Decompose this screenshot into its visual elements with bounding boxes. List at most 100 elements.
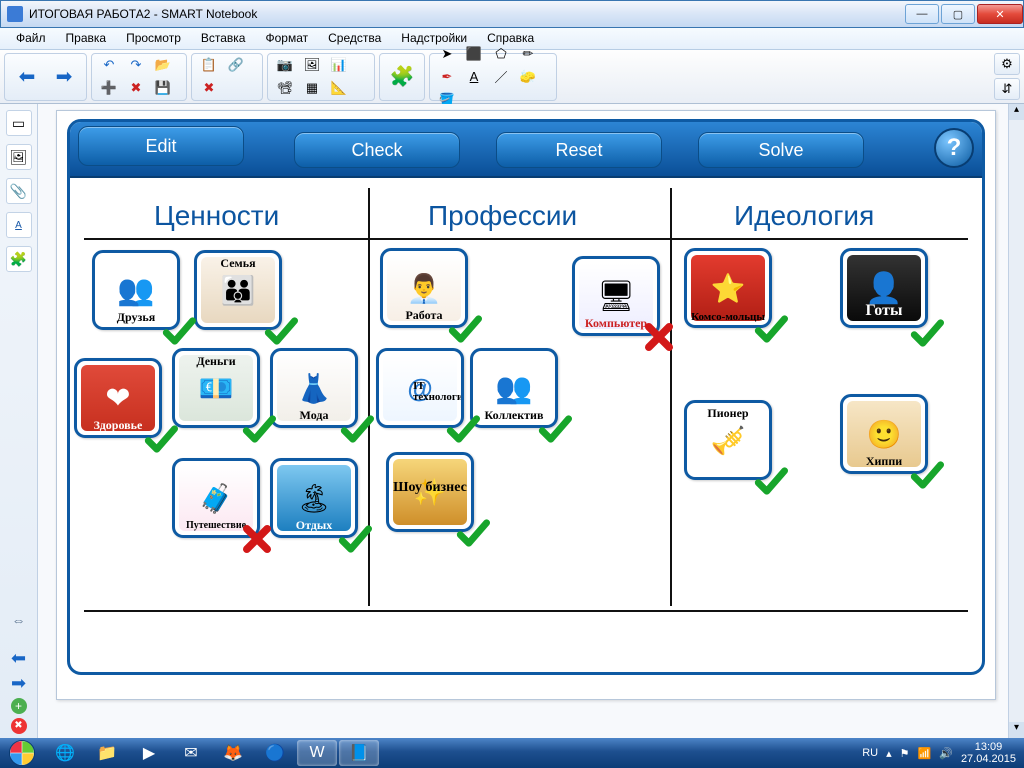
paste-button[interactable]: 📋	[197, 55, 221, 75]
undo-button[interactable]: ↶	[97, 55, 121, 75]
window-maximize-button[interactable]: ▢	[941, 4, 975, 24]
delete-page-button[interactable]: ✖	[124, 78, 148, 98]
add-page-side-button[interactable]: +	[11, 698, 27, 714]
redo-button[interactable]: ↷	[124, 55, 148, 75]
scroll-down-button[interactable]: ▾	[1009, 722, 1024, 738]
eraser-tool[interactable]: 🧽	[516, 67, 540, 87]
open-button[interactable]: 📂	[151, 55, 175, 75]
mark-hippie	[910, 458, 944, 492]
column-values-title: Ценности	[154, 200, 279, 232]
canvas-area: Edit Check Reset Solve ? Ценности Профес…	[38, 104, 1024, 738]
activity-check-button[interactable]: Check	[294, 132, 460, 168]
activity-solve-button[interactable]: Solve	[698, 132, 864, 168]
menu-edit[interactable]: Правка	[56, 28, 117, 49]
card-family-label: Семья	[201, 257, 275, 269]
start-button[interactable]	[0, 738, 44, 768]
addons-button[interactable]: 🧩	[385, 60, 419, 94]
window-title: ИТОГОВАЯ РАБОТА2 - SMART Notebook	[29, 7, 257, 21]
page-sorter-tab[interactable]: ▭	[6, 110, 32, 136]
tray-up-icon[interactable]: ▴	[886, 747, 892, 760]
cut-button[interactable]: ✖	[197, 78, 221, 98]
mark-money	[242, 412, 276, 446]
window-titlebar: ИТОГОВАЯ РАБОТА2 - SMART Notebook — ▢ ✕	[0, 0, 1024, 28]
mark-show	[456, 516, 490, 550]
taskbar-mail[interactable]: ✉	[171, 740, 211, 766]
taskbar-firefox[interactable]: 🦊	[213, 740, 253, 766]
nav-forward-button[interactable]: ➡	[47, 60, 81, 94]
tray-lang[interactable]: RU	[862, 747, 878, 759]
menu-file[interactable]: Файл	[6, 28, 56, 49]
tray-datetime[interactable]: 13:09 27.04.2015	[961, 741, 1016, 765]
nav-back-button[interactable]: ⬅	[10, 60, 44, 94]
header-underline	[84, 238, 968, 240]
magic-pen-tool[interactable]: ✏	[516, 44, 540, 64]
activity-help-button[interactable]: ?	[934, 128, 974, 168]
panel-resize-handle[interactable]: ⇔	[12, 612, 26, 628]
card-pioneer-label: Пионер	[691, 407, 765, 419]
prev-page-side-button[interactable]: ⬅	[11, 648, 26, 669]
card-money-label: Деньги	[179, 355, 253, 367]
add-page-button[interactable]: ➕	[97, 78, 121, 98]
taskbar-word[interactable]: W	[297, 740, 337, 766]
tray-flag-icon[interactable]: ⚑	[900, 747, 910, 760]
taskbar-chrome[interactable]: 🔵	[255, 740, 295, 766]
taskbar-ie[interactable]: 🌐	[45, 740, 85, 766]
taskbar-explorer[interactable]: 📁	[87, 740, 127, 766]
app-icon	[7, 6, 23, 22]
taskbar-smart-notebook[interactable]: 📘	[339, 740, 379, 766]
tray-date: 27.04.2015	[961, 753, 1016, 765]
attachments-tab[interactable]: 📎	[6, 178, 32, 204]
vertical-scrollbar[interactable]: ▴ ▾	[1008, 104, 1024, 738]
activity-reset-button[interactable]: Reset	[496, 132, 662, 168]
gallery-tab[interactable]: 🖼	[6, 144, 32, 170]
tray-time: 13:09	[961, 741, 1016, 753]
line-tool[interactable]: ／	[489, 67, 513, 87]
regular-poly-tool[interactable]: ⬠	[489, 44, 513, 64]
mark-fashion	[340, 412, 374, 446]
activity-edit-button[interactable]: Edit	[78, 126, 244, 166]
document-camera-button[interactable]: 📽	[273, 78, 297, 98]
settings-button[interactable]: ⚙	[994, 53, 1020, 75]
taskbar-media[interactable]: ▶	[129, 740, 169, 766]
menu-insert[interactable]: Вставка	[191, 28, 256, 49]
notebook-page: Edit Check Reset Solve ? Ценности Профес…	[56, 110, 996, 700]
pens-tool[interactable]: ✒	[435, 67, 459, 87]
side-panel: ▭ 🖼 📎 A 🧩 ⇔ ⬅ ➡ + ✖	[0, 104, 38, 738]
select-tool[interactable]: ➤	[435, 44, 459, 64]
menu-format[interactable]: Формат	[255, 28, 318, 49]
shape-tool[interactable]: ⬛	[462, 44, 486, 64]
text-tool[interactable]: A	[462, 67, 486, 87]
card-it-label: IT технологии	[413, 381, 457, 403]
column-professions-title: Профессии	[428, 200, 577, 232]
mark-it	[446, 412, 480, 446]
mark-komsomol	[754, 312, 788, 346]
window-close-button[interactable]: ✕	[977, 4, 1023, 24]
mark-pioneer	[754, 464, 788, 498]
insert-chart-button[interactable]: 📊	[327, 55, 351, 75]
menu-tools[interactable]: Средства	[318, 28, 391, 49]
toolbar: ⬅ ➡ ↶ ↷ 📂 ➕ ✖ 💾 📋 🔗 ✖ 📷 🖼 📊 📽 ▦ 📐 🧩 ➤ ⬛ …	[0, 50, 1024, 104]
scroll-up-button[interactable]: ▴	[1009, 104, 1024, 120]
insert-table-button[interactable]: ▦	[300, 78, 324, 98]
activity-header: Edit Check Reset Solve ?	[70, 122, 982, 178]
mark-computer	[642, 320, 676, 354]
menu-view[interactable]: Просмотр	[116, 28, 191, 49]
mark-goths	[910, 316, 944, 350]
screen-capture-button[interactable]: 📷	[273, 55, 297, 75]
delete-page-side-button[interactable]: ✖	[11, 718, 27, 734]
measure-button[interactable]: 📐	[327, 78, 351, 98]
paste-link-button[interactable]: 🔗	[224, 55, 248, 75]
next-page-side-button[interactable]: ➡	[11, 673, 26, 694]
properties-tab[interactable]: A	[6, 212, 32, 238]
tray-volume-icon[interactable]: 🔊	[939, 747, 953, 760]
windows-orb-icon	[9, 740, 35, 766]
col-divider-2	[670, 188, 672, 606]
toolbar-toggle-button[interactable]: ⇵	[994, 78, 1020, 100]
insert-image-button[interactable]: 🖼	[300, 55, 324, 75]
activity-frame: Edit Check Reset Solve ? Ценности Профес…	[67, 119, 985, 675]
window-minimize-button[interactable]: —	[905, 4, 939, 24]
mark-team	[538, 412, 572, 446]
addons-tab[interactable]: 🧩	[6, 246, 32, 272]
tray-network-icon[interactable]: 📶	[918, 747, 932, 760]
save-button[interactable]: 💾	[151, 78, 175, 98]
